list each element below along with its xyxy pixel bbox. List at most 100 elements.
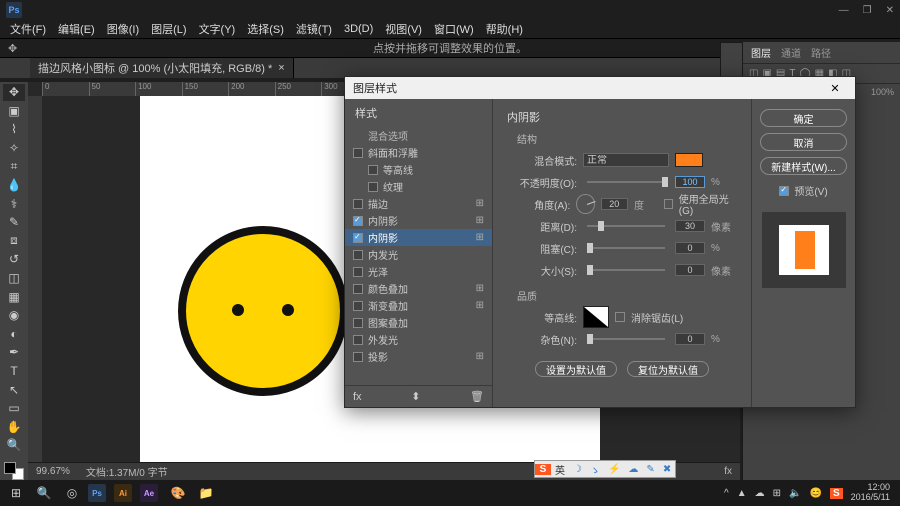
- distance-input[interactable]: 30: [675, 220, 705, 232]
- choke-input[interactable]: 0: [675, 242, 705, 254]
- style-item-3[interactable]: 描边⊞: [345, 195, 492, 212]
- tab-layers[interactable]: 图层: [751, 45, 771, 60]
- add-icon[interactable]: ⊞: [476, 198, 484, 209]
- menu-type[interactable]: 文字(Y): [199, 21, 236, 37]
- shape-tool-icon[interactable]: ▭: [3, 400, 25, 417]
- style-checkbox[interactable]: [353, 267, 363, 277]
- move-tool-icon[interactable]: ✥: [3, 84, 25, 101]
- ime-icon[interactable]: ✖: [659, 464, 675, 475]
- style-item-0[interactable]: 斜面和浮雕: [345, 144, 492, 161]
- antialias-checkbox[interactable]: [615, 312, 625, 322]
- new-style-button[interactable]: 新建样式(W)...: [760, 157, 847, 175]
- taskbar-app-icon[interactable]: 🎨: [166, 482, 190, 504]
- style-item-7[interactable]: 光泽: [345, 263, 492, 280]
- close-icon[interactable]: ✕: [823, 82, 847, 95]
- dodge-tool-icon[interactable]: ◐: [3, 326, 25, 343]
- style-item-8[interactable]: 颜色叠加⊞: [345, 280, 492, 297]
- eraser-tool-icon[interactable]: ◫: [3, 270, 25, 287]
- start-button[interactable]: ⊞: [4, 482, 28, 504]
- angle-input[interactable]: 20: [601, 198, 629, 210]
- add-icon[interactable]: ⊞: [476, 232, 484, 243]
- style-item-9[interactable]: 渐变叠加⊞: [345, 297, 492, 314]
- angle-dial[interactable]: [576, 194, 594, 214]
- add-icon[interactable]: ⊞: [476, 215, 484, 226]
- ime-icon[interactable]: ✎: [642, 464, 658, 475]
- menu-3d[interactable]: 3D(D): [344, 23, 373, 35]
- taskbar-illustrator-icon[interactable]: Ai: [114, 484, 132, 502]
- size-slider[interactable]: [587, 269, 665, 271]
- document-tab[interactable]: 描边风格小图标 @ 100% (小太阳填充, RGB/8) * ×: [30, 58, 294, 78]
- tab-paths[interactable]: 路径: [811, 45, 831, 60]
- document-tab-close-icon[interactable]: ×: [278, 62, 284, 74]
- noise-slider[interactable]: [587, 338, 665, 340]
- style-checkbox[interactable]: [353, 250, 363, 260]
- restore-button[interactable]: ❐: [863, 5, 872, 16]
- style-item-4[interactable]: 内阴影⊞: [345, 212, 492, 229]
- style-checkbox[interactable]: [353, 199, 363, 209]
- color-swatch[interactable]: [675, 153, 703, 167]
- pen-tool-icon[interactable]: ✒: [3, 344, 25, 361]
- distance-slider[interactable]: [587, 225, 665, 227]
- zoom-tool-icon[interactable]: 🔍: [3, 437, 25, 454]
- style-item-6[interactable]: 内发光: [345, 246, 492, 263]
- tray-icon[interactable]: 😊: [810, 488, 822, 499]
- menu-layer[interactable]: 图层(L): [151, 21, 186, 37]
- close-window-button[interactable]: ✕: [886, 5, 894, 16]
- wand-tool-icon[interactable]: ✧: [3, 140, 25, 157]
- heal-tool-icon[interactable]: ⚕: [3, 195, 25, 212]
- style-item-1[interactable]: 等高线: [345, 161, 492, 178]
- blur-tool-icon[interactable]: ◉: [3, 307, 25, 324]
- opacity-input[interactable]: 100: [675, 176, 705, 188]
- style-item-2[interactable]: 纹理: [345, 178, 492, 195]
- brush-tool-icon[interactable]: ✎: [3, 214, 25, 231]
- ime-lang[interactable]: 英: [551, 462, 569, 477]
- global-light-checkbox[interactable]: [664, 199, 673, 209]
- add-icon[interactable]: ⊞: [476, 283, 484, 294]
- cancel-button[interactable]: 取消: [760, 133, 847, 151]
- style-checkbox[interactable]: [353, 352, 363, 362]
- style-checkbox[interactable]: [368, 165, 378, 175]
- minimize-button[interactable]: —: [839, 5, 849, 16]
- taskbar-photoshop-icon[interactable]: Ps: [88, 484, 106, 502]
- choke-slider[interactable]: [587, 247, 665, 249]
- ok-button[interactable]: 确定: [760, 109, 847, 127]
- trash-icon[interactable]: 🗑: [470, 390, 484, 403]
- style-checkbox[interactable]: [353, 216, 363, 226]
- marquee-tool-icon[interactable]: ▣: [3, 103, 25, 120]
- opacity-value[interactable]: 100%: [871, 87, 894, 100]
- tab-channels[interactable]: 通道: [781, 45, 801, 60]
- fx-menu-icon[interactable]: fx: [353, 391, 362, 403]
- preview-checkbox[interactable]: ✓: [779, 186, 789, 196]
- gradient-tool-icon[interactable]: ▦: [3, 288, 25, 305]
- clock[interactable]: 12:00 2016/5/11: [851, 483, 890, 503]
- stamp-tool-icon[interactable]: ⧈: [3, 233, 25, 250]
- ime-icon[interactable]: ゝ: [586, 462, 604, 477]
- menu-file[interactable]: 文件(F): [10, 21, 46, 37]
- menu-filter[interactable]: 滤镜(T): [296, 21, 332, 37]
- ime-icon[interactable]: ☽: [569, 464, 586, 475]
- style-item-12[interactable]: 投影⊞: [345, 348, 492, 365]
- tray-icon[interactable]: ☁: [755, 488, 765, 499]
- explorer-icon[interactable]: 📁: [194, 482, 218, 504]
- taskview-icon[interactable]: ◎: [60, 482, 84, 504]
- menu-help[interactable]: 帮助(H): [486, 21, 523, 37]
- style-checkbox[interactable]: [368, 182, 378, 192]
- style-checkbox[interactable]: [353, 284, 363, 294]
- make-default-button[interactable]: 设置为默认值: [535, 361, 617, 377]
- hand-tool-icon[interactable]: ✋: [3, 418, 25, 435]
- add-icon[interactable]: ⊞: [476, 351, 484, 362]
- blend-mode-select[interactable]: 正常: [583, 153, 669, 167]
- noise-input[interactable]: 0: [675, 333, 705, 345]
- contour-picker[interactable]: [583, 306, 609, 328]
- style-checkbox[interactable]: [353, 148, 363, 158]
- tray-icon[interactable]: ▲: [737, 488, 747, 499]
- color-swatch[interactable]: [4, 462, 24, 480]
- opacity-slider[interactable]: [587, 181, 665, 183]
- blending-options-item[interactable]: 混合选项: [345, 127, 492, 144]
- menu-select[interactable]: 选择(S): [247, 21, 284, 37]
- ime-toolbar[interactable]: S 英 ☽ ゝ ⚡ ☁ ✎ ✖: [534, 460, 676, 478]
- type-tool-icon[interactable]: T: [3, 363, 25, 380]
- reset-default-button[interactable]: 复位为默认值: [627, 361, 709, 377]
- menu-window[interactable]: 窗口(W): [434, 21, 474, 37]
- menu-edit[interactable]: 编辑(E): [58, 21, 95, 37]
